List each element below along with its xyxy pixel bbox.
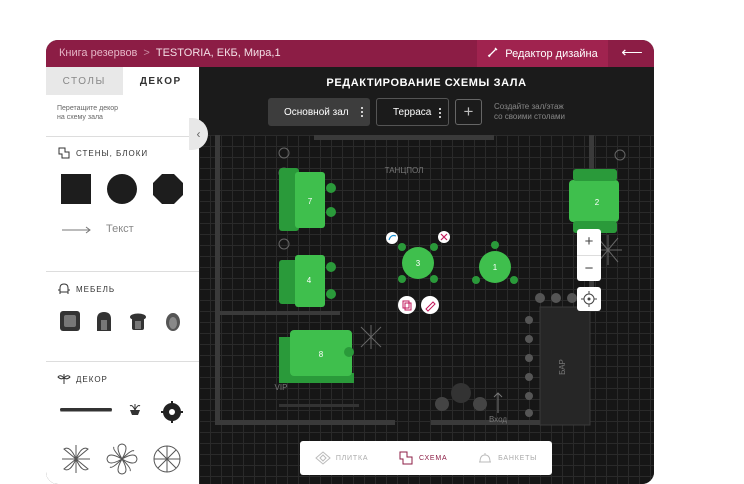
tile-icon [315, 451, 331, 465]
plant-outline-icon [57, 374, 71, 384]
bar-label: БАР [558, 359, 567, 375]
hall-tab-main-label: Основной зал [284, 106, 349, 118]
vip-label: VIP [275, 383, 288, 392]
locate-button[interactable] [577, 287, 601, 311]
top-bar: Книга резервов > TESTORIA, ЕКБ, Мира,1 Ред… [46, 40, 654, 67]
more-vertical-icon[interactable] [361, 107, 363, 119]
editor-header: РЕДАКТИРОВАНИЕ СХЕМЫ ЗАЛА Основной зал Т… [199, 67, 654, 135]
brush-icon [487, 46, 499, 61]
tab-tables[interactable]: СТОЛЫ [46, 67, 123, 95]
decor-sidebar: СТОЛЫ ДЕКОР Перетащите декор на схему за… [46, 67, 199, 484]
mode-banquets[interactable]: БАНКЕТЫ [477, 451, 537, 465]
octagon-block[interactable] [153, 174, 183, 204]
circle-block[interactable] [107, 174, 137, 204]
more-vertical-icon[interactable] [439, 108, 441, 120]
furniture-section-title: МЕБЕЛЬ [46, 272, 199, 295]
scheme-icon [399, 451, 413, 465]
square-block[interactable] [61, 174, 91, 204]
mode-tiles[interactable]: ПЛИТКА [315, 451, 368, 465]
mode-banquets-label: БАНКЕТЫ [498, 454, 538, 462]
design-editor-button[interactable]: Редактор дизайна [477, 40, 608, 67]
add-hall-button[interactable]: + [455, 99, 482, 125]
mode-tiles-label: ПЛИТКА [335, 454, 369, 462]
decor-title: ДЕКОР [76, 374, 108, 384]
walls-section-title: СТЕНЫ, БЛОКИ [46, 137, 199, 159]
text-tool-label[interactable]: Текст [106, 223, 134, 235]
lamp-icon[interactable] [161, 401, 183, 423]
breadcrumb-separator: > [143, 47, 150, 59]
shelf-icon[interactable] [60, 408, 112, 411]
flower-icon[interactable] [106, 443, 138, 475]
arrow-left-icon[interactable]: ⟵ [618, 43, 646, 63]
hall-tab-terrace-label: Терраса [393, 106, 432, 118]
rotate-handle-icon[interactable] [386, 232, 398, 244]
leaf-icon[interactable] [60, 443, 92, 475]
table-1-label: 1 [493, 263, 498, 272]
hall-tab-terrace[interactable]: Терраса [376, 98, 449, 126]
armchair-outline-icon [58, 283, 70, 294]
breadcrumb-root[interactable]: Книга резервов [59, 47, 137, 59]
zoom-controls: + − [577, 229, 601, 281]
entrance-label: Вход [489, 415, 507, 424]
mode-scheme[interactable]: СХЕМА [398, 451, 448, 465]
sidebar-tabs: СТОЛЫ ДЕКОР [46, 67, 199, 95]
create-hint-line2: со своими столами [494, 112, 565, 121]
create-hall-hint: Создайте зал/этаж со своими столами [494, 102, 565, 122]
breadcrumb-current: TESTORIA, ЕКБ, Мира,1 [155, 47, 281, 59]
design-editor-label: Редактор дизайна [505, 47, 598, 60]
walls-section: СТЕНЫ, БЛОКИ Текст [46, 137, 199, 272]
copy-icon[interactable] [398, 296, 416, 314]
plant-pot-icon[interactable] [128, 402, 142, 416]
blocks-icon [58, 147, 70, 159]
armchair-icon[interactable] [60, 311, 80, 331]
table-8-label: 8 [319, 350, 324, 359]
monstera-icon[interactable] [151, 443, 183, 475]
drag-hint-line2: на схему зала [57, 114, 103, 121]
dance-floor-label: ТАНЦПОЛ [385, 166, 424, 175]
stool-icon[interactable] [129, 313, 147, 331]
entrance-arrow [493, 392, 503, 413]
banquet-icon [479, 453, 492, 463]
furniture-section: МЕБЕЛЬ [46, 272, 199, 362]
table-3-label: 3 [416, 259, 421, 268]
walls-title: СТЕНЫ, БЛОКИ [76, 148, 149, 158]
decor-section: ДЕКОР [46, 362, 199, 484]
decor-section-title: ДЕКОР [46, 362, 199, 385]
app-window: Книга резервов > TESTORIA, ЕКБ, Мира,1 Ред… [46, 40, 654, 484]
arrow-line-icon[interactable] [62, 226, 92, 234]
drag-hint: Перетащите декор на схему зала [46, 95, 199, 137]
drag-hint-line1: Перетащите декор [57, 105, 119, 112]
view-mode-bar: ПЛИТКА СХЕМА БАНКЕТЫ [300, 441, 552, 475]
table-4-label: 4 [307, 276, 312, 285]
furniture-title: МЕБЕЛЬ [76, 284, 116, 294]
mode-scheme-label: СХЕМА [418, 454, 448, 462]
seat-icon[interactable] [165, 312, 181, 332]
zoom-in-button[interactable]: + [577, 229, 601, 256]
hall-tab-main[interactable]: Основной зал [268, 98, 370, 126]
crosshair-icon [581, 291, 597, 307]
editor-title: РЕДАКТИРОВАНИЕ СХЕМЫ ЗАЛА [326, 77, 527, 89]
chair-icon[interactable] [94, 311, 114, 331]
create-hint-line1: Создайте зал/этаж [494, 102, 564, 111]
table-2-label: 2 [595, 198, 600, 207]
breadcrumb: Книга резервов > TESTORIA, ЕКБ, Мира,1 [59, 47, 281, 59]
bottom-furniture [279, 383, 487, 411]
zoom-out-button[interactable]: − [577, 256, 601, 282]
table-7-label: 7 [308, 197, 313, 206]
tab-decor[interactable]: ДЕКОР [122, 67, 199, 95]
